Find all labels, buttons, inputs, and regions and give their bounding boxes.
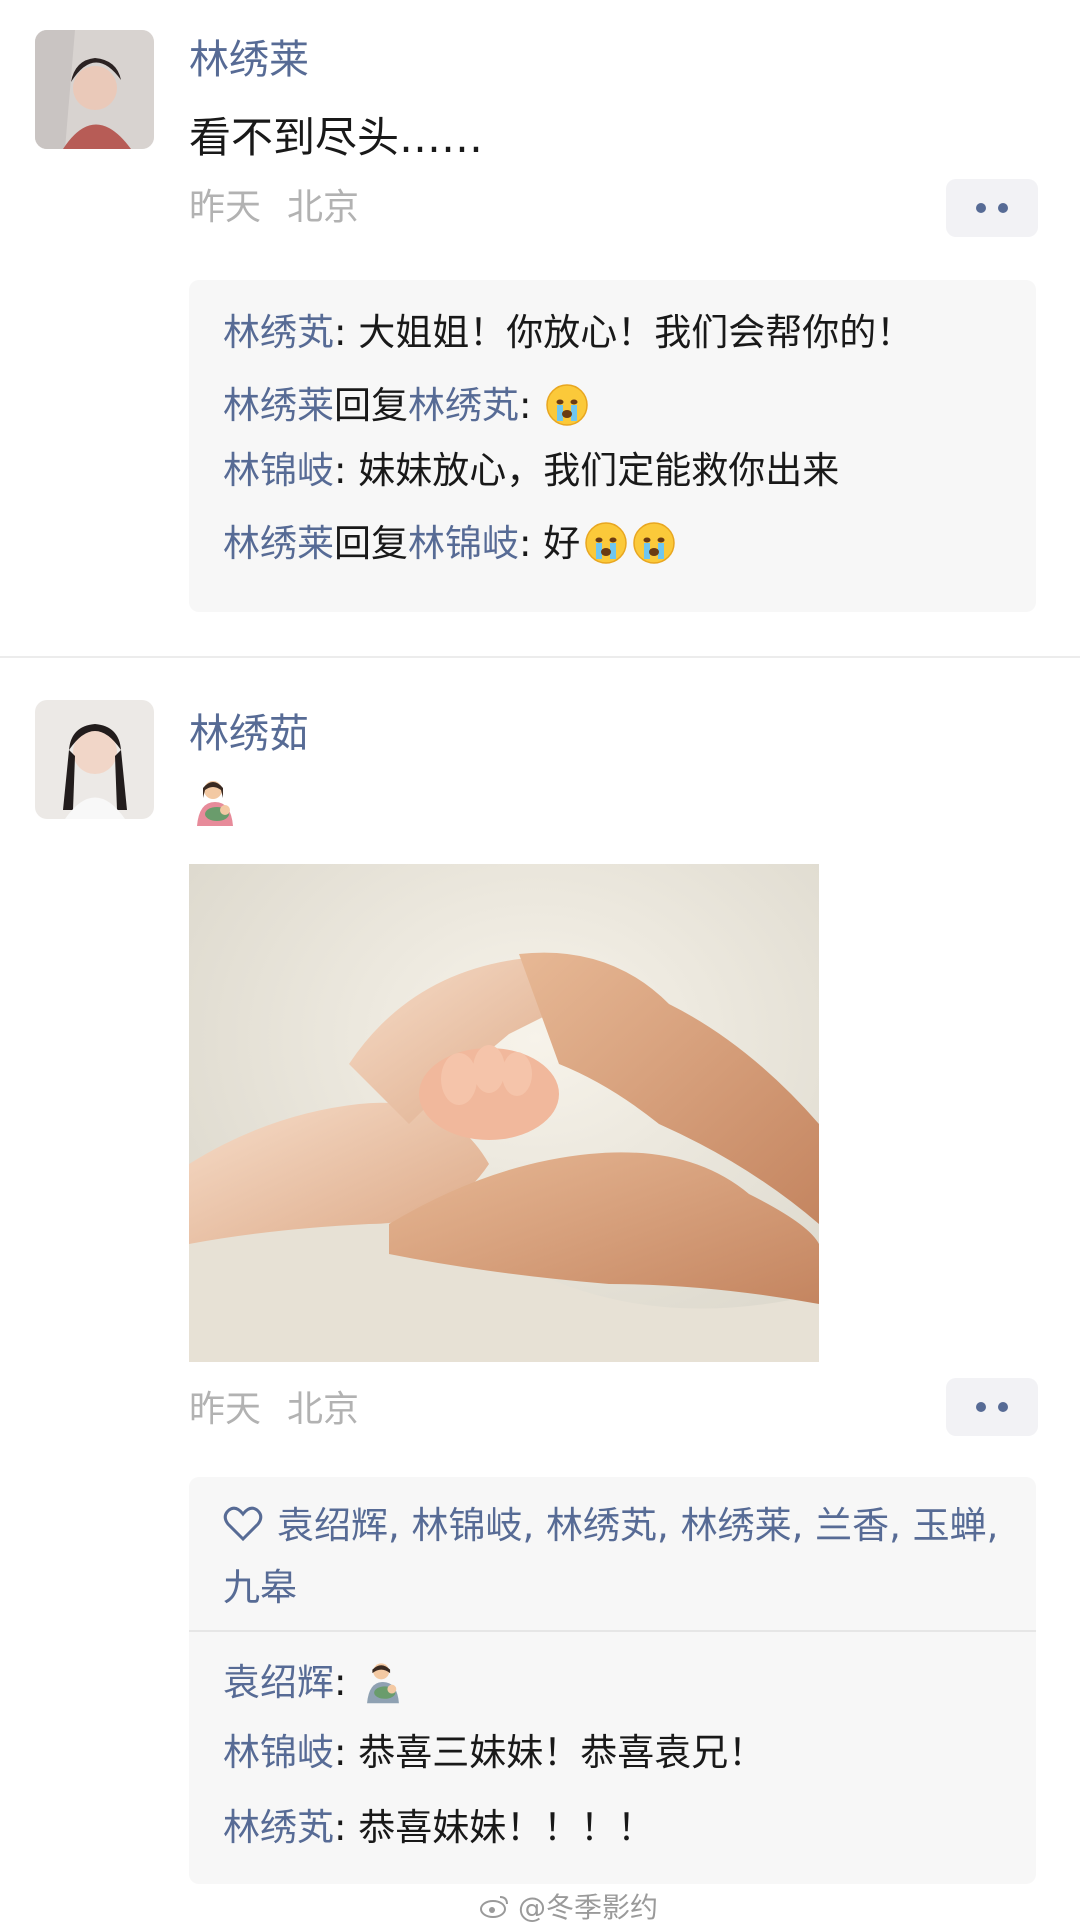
comment-item[interactable]: 林绣莱 回复 林锦岐: 好 [223, 521, 676, 565]
dot-icon [998, 203, 1008, 213]
watermark: @冬季影约 [480, 1886, 658, 1926]
comment-text: : 大姐姐！你放心！我们会帮你的！ [334, 311, 914, 354]
comment-text: : 好 [519, 521, 581, 565]
comment-item[interactable]: 林锦岐: 妹妹放心，我们定能救你出来 [223, 452, 839, 489]
post-photo[interactable] [189, 864, 819, 1362]
post-author[interactable]: 林绣莱 [189, 40, 309, 80]
comment-text: : 恭喜妹妹！！！！ [334, 1806, 655, 1849]
post-time: 昨天 [189, 187, 262, 228]
more-button[interactable] [946, 179, 1038, 237]
comment-author[interactable]: 林锦岐 [223, 1734, 334, 1771]
comment-item[interactable]: 林绣莱 回复 林绣芄: [223, 383, 589, 427]
comment-text: : [334, 1660, 347, 1704]
comment-text: : 恭喜三妹妹！恭喜袁兄！ [334, 1731, 766, 1774]
comment-item[interactable]: 林绣芄: 恭喜妹妹！！！！ [223, 1809, 654, 1846]
comment-item[interactable]: 林锦岐: 恭喜三妹妹！恭喜袁兄！ [223, 1734, 765, 1771]
avatar[interactable] [35, 700, 154, 819]
post-time: 昨天 [189, 1389, 262, 1430]
comment-text: : 妹妹放心，我们定能救你出来 [334, 449, 840, 492]
crying-face-icon [633, 522, 675, 564]
comment-author[interactable]: 林锦岐 [223, 452, 334, 489]
crying-face-icon [585, 522, 627, 564]
breastfeeding-icon [367, 1663, 400, 1704]
watermark-text: @冬季影约 [518, 1891, 659, 1924]
breastfeeding-icon [197, 781, 233, 826]
comment-author[interactable]: 林绣莱 [223, 525, 334, 562]
comment-box: 袁绍辉, 林锦岐, 林绣芄, 林绣莱, 兰香, 玉蝉, 九皋 袁绍辉: 林锦岐:… [189, 1477, 1036, 1884]
post-divider [0, 656, 1080, 658]
comment-author[interactable]: 林绣莱 [223, 387, 334, 424]
dot-icon [976, 203, 986, 213]
comment-author[interactable]: 林绣芄 [223, 314, 334, 351]
more-button[interactable] [946, 1378, 1038, 1436]
heart-icon [223, 1506, 263, 1542]
reply-word: 回复 [334, 521, 408, 565]
likes-names[interactable]: 袁绍辉, 林锦岐, 林绣芄, 林绣莱, 兰香, 玉蝉, 九皋 [223, 1504, 998, 1609]
likes-divider [189, 1630, 1036, 1632]
dot-icon [976, 1402, 986, 1412]
post-text: 看不到尽头…… [189, 113, 484, 162]
comment-author[interactable]: 林绣芄 [223, 1809, 334, 1846]
post-meta: 昨天 北京 [189, 1392, 359, 1428]
reply-target[interactable]: 林绣芄 [408, 387, 519, 424]
hands-photo [189, 864, 819, 1362]
reply-word: 回复 [334, 383, 408, 427]
comment-author[interactable]: 袁绍辉 [223, 1664, 334, 1701]
comment-box: 林绣芄: 大姐姐！你放心！我们会帮你的！ 林绣莱 回复 林绣芄: 林锦岐: 妹妹放心… [189, 280, 1036, 612]
post-location[interactable]: 北京 [287, 187, 359, 228]
post-location[interactable]: 北京 [287, 1389, 359, 1430]
comment-item[interactable]: 林绣芄: 大姐姐！你放心！我们会帮你的！ [223, 314, 913, 351]
post-meta: 昨天 北京 [189, 190, 359, 226]
comment-item[interactable]: 袁绍辉: [223, 1659, 406, 1705]
crying-face-icon [546, 384, 589, 426]
reply-target[interactable]: 林锦岐 [408, 525, 519, 562]
post-author[interactable]: 林绣茹 [189, 714, 309, 754]
weibo-icon [480, 1896, 508, 1918]
likes-list: 袁绍辉, 林锦岐, 林绣芄, 林绣莱, 兰香, 玉蝉, 九皋 [223, 1495, 1006, 1619]
post-emoji [189, 776, 241, 832]
dot-icon [998, 1402, 1008, 1412]
comment-text: : [519, 383, 532, 427]
avatar[interactable] [35, 30, 154, 149]
